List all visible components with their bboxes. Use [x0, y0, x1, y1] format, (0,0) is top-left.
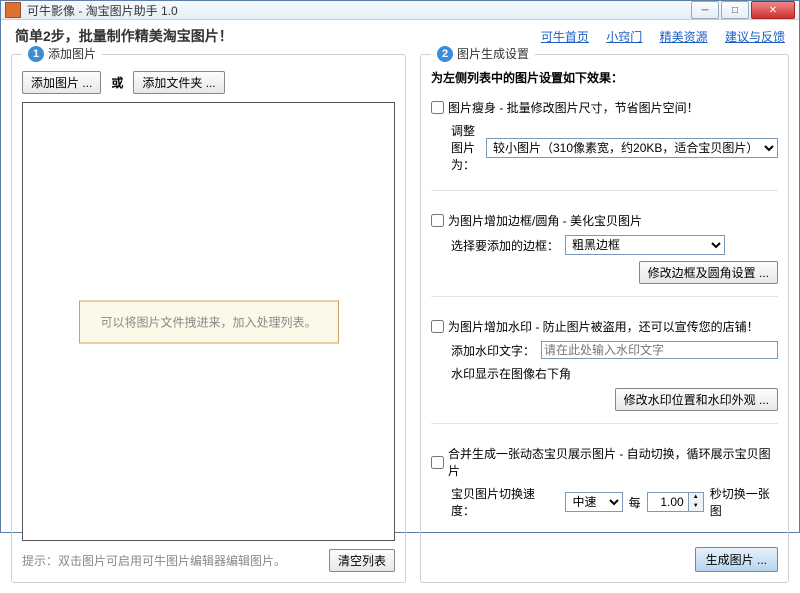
watermark-settings-button[interactable]: 修改水印位置和水印外观 ... [615, 388, 778, 411]
drop-hint: 可以将图片文件拽进来，加入处理列表。 [79, 300, 339, 343]
left-panel: 1 添加图片 添加图片 ... 或 添加文件夹 ... 可以将图片文件拽进来，加… [11, 54, 406, 583]
add-folder-button[interactable]: 添加文件夹 ... [133, 71, 224, 94]
merge-checkbox[interactable] [431, 456, 444, 469]
link-tips[interactable]: 小窍门 [606, 30, 642, 44]
resize-to-label: 调整图片为： [451, 122, 480, 173]
stepper-up-icon[interactable]: ▲ [689, 493, 703, 502]
border-settings-button[interactable]: 修改边框及圆角设置 ... [639, 261, 778, 284]
link-resources[interactable]: 精美资源 [660, 30, 708, 44]
merge-block: 合并生成一张动态宝贝展示图片 - 自动切换，循环展示宝贝图片 宝贝图片切换速度：… [431, 440, 778, 531]
left-heading-text: 添加图片 [48, 45, 96, 62]
merge-label: 合并生成一张动态宝贝展示图片 - 自动切换，循环展示宝贝图片 [448, 445, 778, 479]
app-icon [5, 2, 21, 18]
interval-input[interactable] [648, 493, 688, 511]
watermark-text-label: 添加水印文字： [451, 342, 535, 359]
minimize-button[interactable]: ─ [691, 1, 719, 19]
clear-list-button[interactable]: 清空列表 [329, 549, 395, 572]
maximize-button[interactable]: □ [721, 1, 749, 19]
watermark-text-input[interactable] [541, 341, 778, 359]
close-button[interactable]: ✕ [751, 1, 795, 19]
border-checkbox[interactable] [431, 214, 444, 227]
resize-label: 图片瘦身 - 批量修改图片尺寸，节省图片空间！ [448, 99, 699, 116]
border-label: 为图片增加边框/圆角 - 美化宝贝图片 [448, 212, 642, 229]
left-panel-heading: 1 添加图片 [22, 45, 102, 62]
every-label: 每 [629, 494, 641, 511]
link-home[interactable]: 可牛首页 [541, 30, 589, 44]
step-2-badge: 2 [437, 46, 453, 62]
generate-button[interactable]: 生成图片 ... [695, 547, 778, 572]
or-label: 或 [111, 74, 123, 91]
page-title: 简单2步，批量制作精美淘宝图片！ [15, 26, 527, 46]
add-images-button[interactable]: 添加图片 ... [22, 71, 101, 94]
drop-area[interactable]: 可以将图片文件拽进来，加入处理列表。 [22, 102, 395, 541]
resize-select[interactable]: 较小图片（310像素宽，约20KB，适合宝贝图片） [486, 138, 778, 158]
right-heading-text: 图片生成设置 [457, 45, 529, 62]
border-block: 为图片增加边框/圆角 - 美化宝贝图片 选择要添加的边框： 粗黑边框 修改边框及… [431, 207, 778, 297]
border-select-label: 选择要添加的边框： [451, 237, 559, 254]
window-title: 可牛影像 - 淘宝图片助手 1.0 [27, 2, 689, 19]
speed-label: 宝贝图片切换速度： [451, 485, 553, 519]
step-1-badge: 1 [28, 46, 44, 62]
titlebar: 可牛影像 - 淘宝图片助手 1.0 ─ □ ✕ [1, 1, 799, 20]
stepper-down-icon[interactable]: ▼ [689, 502, 703, 511]
watermark-position-note: 水印显示在图像右下角 [451, 365, 571, 382]
section-title: 为左侧列表中的图片设置如下效果： [431, 69, 778, 86]
seconds-label: 秒切换一张图 [710, 485, 778, 519]
resize-checkbox[interactable] [431, 101, 444, 114]
border-select[interactable]: 粗黑边框 [565, 235, 725, 255]
watermark-label: 为图片增加水印 - 防止图片被盗用，还可以宣传您的店铺！ [448, 318, 759, 335]
resize-block: 图片瘦身 - 批量修改图片尺寸，节省图片空间！ 调整图片为： 较小图片（310像… [431, 94, 778, 191]
link-feedback[interactable]: 建议与反馈 [725, 30, 785, 44]
watermark-block: 为图片增加水印 - 防止图片被盗用，还可以宣传您的店铺！ 添加水印文字： 水印显… [431, 313, 778, 424]
right-panel-heading: 2 图片生成设置 [431, 45, 535, 62]
speed-select[interactable]: 中速 [565, 492, 622, 512]
right-panel: 2 图片生成设置 为左侧列表中的图片设置如下效果： 图片瘦身 - 批量修改图片尺… [420, 54, 789, 583]
interval-stepper[interactable]: ▲ ▼ [647, 492, 704, 512]
edit-hint: 提示：双击图片可启用可牛图片编辑器编辑图片。 [22, 552, 329, 569]
watermark-checkbox[interactable] [431, 320, 444, 333]
